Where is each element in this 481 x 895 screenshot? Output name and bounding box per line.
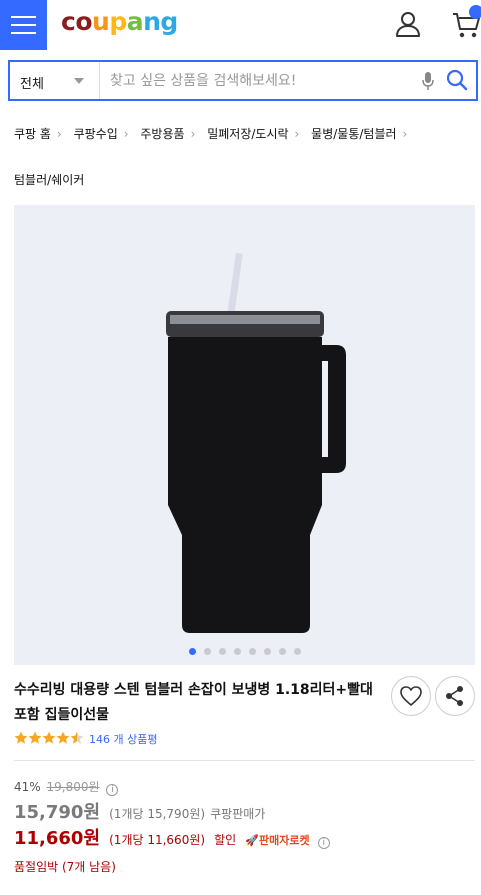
- user-icon[interactable]: [394, 10, 422, 38]
- breadcrumb-current[interactable]: 텀블러/쉐이커: [14, 171, 84, 188]
- star-icon: [56, 731, 70, 744]
- logo-letter: p: [109, 7, 127, 36]
- rocket-price-row: 11,660원 (1개당 11,660원) 할인 🚀판매자로켓 i: [14, 824, 330, 850]
- logo-letter: c: [61, 7, 76, 36]
- wishlist-button[interactable]: [391, 676, 431, 716]
- share-icon: [446, 686, 463, 706]
- carousel-indicators: [14, 648, 475, 655]
- carousel-dot[interactable]: [233, 648, 241, 655]
- chevron-right-icon: ›: [402, 127, 408, 141]
- chevron-right-icon: ›: [294, 127, 300, 141]
- carousel-dot[interactable]: [293, 648, 301, 655]
- logo-letter: g: [160, 7, 178, 36]
- chevron-down-icon: [74, 78, 84, 84]
- search-bar: 전체: [8, 60, 478, 101]
- carousel-dot[interactable]: [188, 648, 196, 655]
- sale-price-row: 15,790원 (1개당 15,790원) 쿠팡판매가: [14, 798, 265, 824]
- microphone-icon[interactable]: [421, 71, 435, 91]
- info-icon[interactable]: i: [317, 837, 330, 849]
- coupang-logo[interactable]: coupang: [61, 7, 178, 36]
- category-label: 전체: [20, 77, 44, 92]
- review-count[interactable]: 146 개 상품평: [89, 731, 157, 747]
- star-icon: [42, 731, 56, 744]
- product-title: 수수리빙 대용량 스텐 텀블러 손잡이 보냉병 1.18리터+빨대포함 집들이선…: [14, 682, 373, 723]
- header: coupang: [0, 0, 481, 50]
- rocket-unit-price: (1개당 11,660원): [109, 833, 206, 847]
- logo-letter: o: [75, 7, 93, 36]
- chevron-right-icon: ›: [190, 127, 196, 141]
- logo-letter: n: [143, 7, 161, 36]
- info-icon[interactable]: i: [106, 784, 119, 796]
- breadcrumb-item[interactable]: 쿠팡수입: [74, 124, 118, 144]
- divider: [14, 760, 475, 761]
- hamburger-icon-line: [11, 32, 36, 34]
- chevron-right-icon: ›: [123, 127, 129, 141]
- discount-label: 할인: [214, 833, 237, 847]
- seller-rocket-badge: 🚀판매자로켓: [245, 834, 310, 847]
- sale-price: 15,790원: [14, 802, 101, 823]
- star-rating-icon: [14, 731, 84, 744]
- breadcrumb: 쿠팡 홈 › 쿠팡수입 › 주방용품 › 밀폐저장/도시락 › 물병/물통/텀블러 ›: [14, 124, 474, 144]
- star-icon: [14, 731, 28, 744]
- breadcrumb-item[interactable]: 주방용품: [140, 124, 184, 144]
- hamburger-menu-button[interactable]: [0, 0, 47, 50]
- star-icon: [70, 731, 84, 744]
- category-select[interactable]: 전체: [10, 62, 100, 99]
- carousel-dot[interactable]: [248, 648, 256, 655]
- carousel-dot[interactable]: [263, 648, 271, 655]
- original-price: 19,800원: [46, 780, 100, 794]
- hamburger-icon-line: [11, 24, 36, 26]
- discount-row: 41% 19,800원 i: [14, 778, 119, 796]
- rocket-price: 11,660원: [14, 828, 101, 849]
- carousel-dot[interactable]: [218, 648, 226, 655]
- logo-letter: a: [126, 7, 144, 36]
- product-image-carousel[interactable]: [14, 205, 475, 665]
- search-icon[interactable]: [446, 69, 468, 91]
- carousel-dot[interactable]: [278, 648, 286, 655]
- seller-price-label: 쿠팡판매가: [210, 807, 266, 821]
- breadcrumb-item[interactable]: 밀폐저장/도시락: [207, 124, 288, 144]
- hamburger-icon-line: [11, 16, 36, 18]
- breadcrumb-item[interactable]: 쿠팡 홈: [14, 124, 51, 144]
- breadcrumb-item[interactable]: 물병/물통/텀블러: [311, 124, 396, 144]
- search-input[interactable]: [110, 62, 420, 99]
- discount-rate: 41%: [14, 780, 41, 794]
- cart-count-badge: [469, 5, 481, 19]
- chevron-right-icon: ›: [56, 127, 62, 141]
- share-button[interactable]: [435, 676, 475, 716]
- heart-icon: [400, 686, 422, 706]
- sale-unit-price: (1개당 15,790원): [109, 807, 206, 821]
- carousel-dot[interactable]: [203, 648, 211, 655]
- stock-status: 품절임박 (7개 남음): [14, 860, 116, 874]
- tumbler-image: [166, 252, 346, 633]
- logo-letter: u: [92, 7, 110, 36]
- star-icon: [28, 731, 42, 744]
